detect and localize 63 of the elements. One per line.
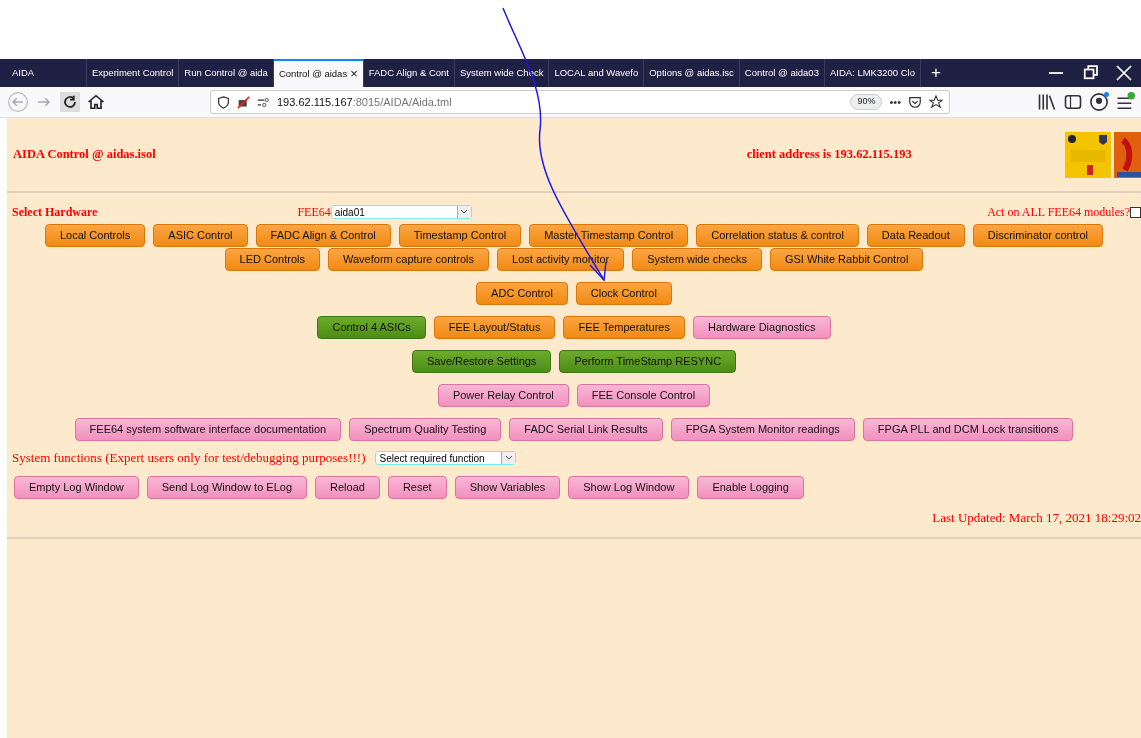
caret-icon[interactable] [460,209,469,215]
permissions-icon[interactable] [257,95,270,109]
last-updated: Last Updated: March 17, 2021 18:29:02 [932,509,1141,528]
nav-button[interactable]: Save/Restore Settings [411,350,552,373]
nav-button[interactable]: Timestamp Control [398,224,522,247]
nav-button[interactable]: FEE64 system software interface documentation [74,418,342,441]
nav-button[interactable]: System wide checks [632,248,762,271]
nav-button[interactable]: Perform TimeStamp RESYNC [559,350,737,373]
nav-button[interactable]: Waveform capture controls [328,248,490,271]
nav-button[interactable]: FADC Align & Control [255,224,391,247]
caret-icon[interactable] [504,455,513,461]
nav-button[interactable]: GSI White Rabbit Control [769,248,924,271]
nav-button[interactable]: ADC Control [476,282,568,305]
nav-button[interactable]: FPGA PLL and DCM Lock transitions [862,418,1074,441]
nav-button[interactable]: Correlation status & control [696,224,859,247]
hardware-select[interactable]: aida01 [330,205,472,219]
page-title: AIDA Control @ aidas.isol [13,146,156,164]
act-all-checkbox[interactable] [1130,206,1141,218]
sidebar-icon[interactable] [1063,92,1083,112]
nav-button[interactable]: Show Variables [454,476,561,499]
nav-button[interactable]: LED Controls [224,248,320,271]
pocket-icon[interactable] [908,95,922,109]
nav-button[interactable]: Empty Log Window [14,476,139,499]
close-icon[interactable]: × [350,64,358,84]
nav-button[interactable]: Discriminator control [972,224,1103,247]
select-hardware-label: Select Hardware [12,204,98,221]
nav-button[interactable]: FEE Layout/Status [433,316,556,339]
address-field[interactable]: 193.62.115.167:8015/AIDA/Aida.tml [277,93,452,111]
fee64-label: FEE64 [297,204,331,221]
reload-icon[interactable] [60,92,80,112]
nav-button[interactable]: Master Timestamp Control [529,224,689,247]
nav-button[interactable]: Power Relay Control [437,384,569,407]
client-address: client address is 193.62.115.193 [746,146,912,164]
library-icon[interactable] [1037,92,1057,112]
nav-button[interactable]: ASIC Control [153,224,248,247]
function-select[interactable]: Select required function [375,451,517,465]
account-icon[interactable] [1089,92,1109,112]
nav-button[interactable]: Data Readout [866,224,965,247]
system-functions-label: System functions (Expert users only for test/debugging purposes!!!) [12,449,366,468]
nav-button[interactable]: Spectrum Quality Testing [349,418,502,441]
nav-button[interactable]: Reset [387,476,447,499]
nav-button[interactable]: Send Log Window to ELog [146,476,308,499]
nav-button[interactable]: FADC Serial Link Results [509,418,663,441]
menu-icon[interactable] [1115,92,1135,112]
blocked-camera-icon[interactable] [237,95,250,109]
nav-button[interactable]: Control 4 ASICs [317,316,426,339]
more-button[interactable]: ••• [889,93,901,111]
browser-tab[interactable]: Control @ aidas × [273,59,364,87]
nav-button[interactable]: Clock Control [575,282,672,305]
nav-button[interactable]: Enable Logging [697,476,804,499]
new-tab-button[interactable]: + [920,59,951,87]
nav-button[interactable]: FEE Console Control [576,384,711,407]
zoom-badge[interactable]: 90% [850,94,883,110]
nav-button[interactable]: FEE Temperatures [563,316,685,339]
shield-icon[interactable] [217,95,230,109]
nav-button[interactable]: Reload [315,476,380,499]
star-icon[interactable] [929,95,943,109]
nav-button[interactable]: FPGA System Monitor readings [670,418,855,441]
nav-button[interactable]: Local Controls [45,224,146,247]
nav-button[interactable]: Show Log Window [568,476,690,499]
act-all-label: Act on ALL FEE64 modules? [987,204,1130,221]
nav-button[interactable]: Hardware Diagnostics [692,316,831,339]
home-icon[interactable] [86,92,106,112]
